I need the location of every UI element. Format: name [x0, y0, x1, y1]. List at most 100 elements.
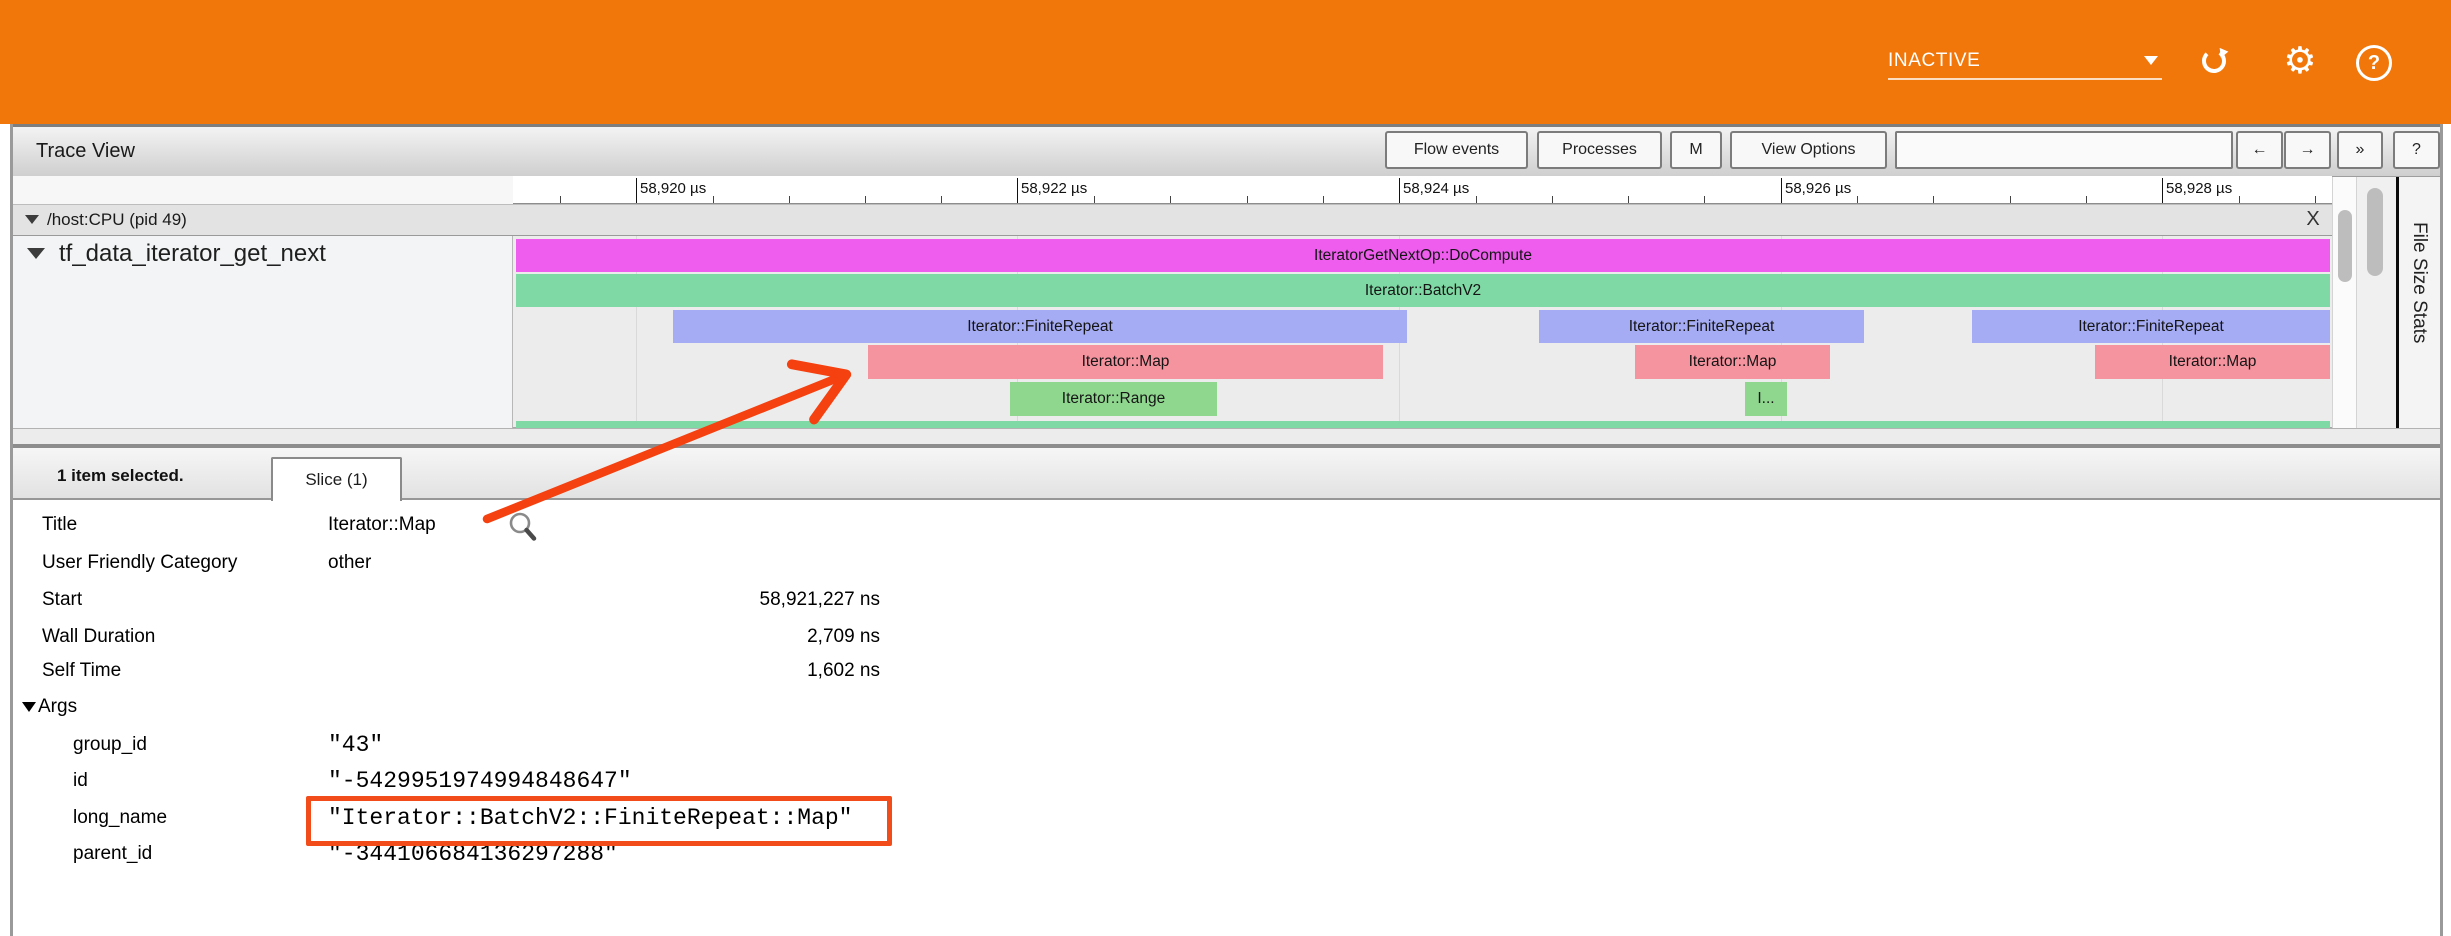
- process-label: /host:CPU (pid 49): [47, 210, 187, 230]
- search-input[interactable]: [1895, 131, 2233, 169]
- trace-event-bar[interactable]: Iterator::Map: [868, 345, 1383, 379]
- args-label: Args: [38, 696, 77, 718]
- title-label: Title: [42, 514, 77, 536]
- minor-tick: [2315, 196, 2316, 203]
- minor-tick: [1476, 196, 1477, 203]
- track-name[interactable]: tf_data_iterator_get_next: [59, 240, 326, 268]
- trace-event-bar[interactable]: Iterator::Map: [1635, 345, 1830, 379]
- minor-tick: [713, 196, 714, 203]
- detail-row-title: Title Iterator::Map: [13, 511, 1213, 539]
- major-tick: [2162, 178, 2163, 203]
- detail-row-arg: long_name "Iterator::BatchV2::FiniteRepea…: [13, 804, 1213, 832]
- minor-tick: [789, 196, 790, 203]
- track-names-header-spacer: [13, 176, 514, 204]
- detail-row-args-header: Args: [13, 693, 1213, 721]
- scrollbar-thumb-inner[interactable]: [2338, 210, 2352, 282]
- scrollbar-track-outer[interactable]: [2356, 177, 2397, 428]
- trace-event-bar[interactable]: IteratorGetNextOp::DoCompute: [516, 239, 2330, 272]
- self-time-value: 1,602 ns: [328, 660, 880, 682]
- collapse-triangle-icon[interactable]: [25, 215, 39, 224]
- detail-row-arg: id "-5429951974994848647": [13, 767, 1213, 795]
- flow-events-button[interactable]: Flow events: [1385, 131, 1528, 169]
- trace-event-bar[interactable]: Iterator::FiniteRepeat: [1972, 310, 2330, 343]
- start-value: 58,921,227 ns: [328, 589, 880, 611]
- arg-name: group_id: [73, 734, 147, 756]
- minor-tick: [1094, 196, 1095, 203]
- detail-row-category: User Friendly Category other: [13, 549, 1213, 577]
- arg-value: "43": [328, 732, 383, 758]
- wall-duration-label: Wall Duration: [42, 626, 155, 648]
- magnifier-icon[interactable]: [506, 510, 540, 544]
- close-track-button[interactable]: X: [2300, 206, 2326, 232]
- minor-tick: [1552, 196, 1553, 203]
- category-value: other: [328, 552, 371, 574]
- tick-label: 58,924 µs: [1403, 180, 1469, 197]
- tick-label: 58,922 µs: [1021, 180, 1087, 197]
- chevron-down-icon: [2144, 56, 2158, 65]
- wall-duration-value: 2,709 ns: [328, 626, 880, 648]
- arg-value: "Iterator::BatchV2::FiniteRepeat::Map": [328, 805, 853, 831]
- minor-tick: [1247, 196, 1248, 203]
- toolbar-help-button[interactable]: ?: [2393, 131, 2440, 169]
- detail-row-start: Start 58,921,227 ns: [13, 586, 1213, 614]
- m-button[interactable]: M: [1670, 131, 1722, 169]
- run-status-select[interactable]: INACTIVE: [1888, 44, 2162, 80]
- title-value: Iterator::Map: [328, 514, 436, 536]
- nav-back-button[interactable]: ←: [2236, 131, 2283, 169]
- args-collapse-triangle-icon[interactable]: [22, 702, 36, 712]
- refresh-icon[interactable]: [2198, 45, 2230, 77]
- tick-label: 58,926 µs: [1785, 180, 1851, 197]
- major-tick: [1781, 178, 1782, 203]
- start-label: Start: [42, 589, 82, 611]
- category-label: User Friendly Category: [42, 552, 237, 574]
- run-status-label: INACTIVE: [1888, 50, 1980, 72]
- arg-name: long_name: [73, 807, 167, 829]
- major-tick: [636, 178, 637, 203]
- minor-tick: [1323, 196, 1324, 203]
- minor-tick: [941, 196, 942, 203]
- help-icon[interactable]: ?: [2356, 45, 2392, 81]
- minor-tick: [2086, 196, 2087, 203]
- detail-row-wall-duration: Wall Duration 2,709 ns: [13, 623, 1213, 651]
- file-size-stats-label: File Size Stats: [2408, 222, 2430, 343]
- minor-tick: [1170, 196, 1171, 203]
- settings-gear-icon[interactable]: ⚙: [2283, 42, 2317, 78]
- arg-value: "-5429951974994848647": [328, 768, 632, 794]
- trace-event-bar[interactable]: Iterator::FiniteRepeat: [1539, 310, 1864, 343]
- trace-event-bar[interactable]: Iterator::FiniteRepeat: [673, 310, 1407, 343]
- app-header-bar: INACTIVE ⚙ ?: [0, 0, 2451, 124]
- scrollbar-thumb-outer[interactable]: [2367, 188, 2383, 276]
- major-tick: [1399, 178, 1400, 203]
- detail-row-self-time: Self Time 1,602 ns: [13, 657, 1213, 685]
- nav-forward-button[interactable]: →: [2284, 131, 2331, 169]
- arg-name: id: [73, 770, 88, 792]
- arg-value: "-344106684136297288": [328, 841, 618, 867]
- minor-tick: [2239, 196, 2240, 203]
- minor-tick: [865, 196, 866, 203]
- scrollbar-track-inner[interactable]: [2332, 177, 2357, 428]
- tick-label: 58,920 µs: [640, 180, 706, 197]
- minor-tick: [1628, 196, 1629, 203]
- nav-more-button[interactable]: »: [2337, 131, 2383, 169]
- process-header-row[interactable]: [13, 204, 2332, 236]
- trace-event-bar[interactable]: I...: [1745, 382, 1787, 416]
- arg-name: parent_id: [73, 843, 152, 865]
- view-options-button[interactable]: View Options: [1730, 131, 1887, 169]
- minor-tick: [2010, 196, 2011, 203]
- detail-row-arg: parent_id "-344106684136297288": [13, 840, 1213, 868]
- trace-event-bar[interactable]: Iterator::Map: [2095, 345, 2330, 379]
- self-time-label: Self Time: [42, 660, 121, 682]
- tab-slice[interactable]: Slice (1): [271, 457, 402, 501]
- track-collapse-triangle-icon[interactable]: [27, 248, 45, 259]
- minor-tick: [560, 196, 561, 203]
- trace-event-bar[interactable]: Iterator::Range: [1010, 382, 1217, 416]
- minor-tick: [1704, 196, 1705, 203]
- minor-tick: [1857, 196, 1858, 203]
- panel-divider[interactable]: [13, 428, 2440, 448]
- processes-button[interactable]: Processes: [1537, 131, 1662, 169]
- major-tick: [1017, 178, 1018, 203]
- minor-tick: [1933, 196, 1934, 203]
- trace-viewer-window: INACTIVE ⚙ ? Trace View Flow events Proc…: [0, 0, 2451, 936]
- detail-row-arg: group_id "43": [13, 731, 1213, 759]
- trace-event-bar[interactable]: Iterator::BatchV2: [516, 274, 2330, 307]
